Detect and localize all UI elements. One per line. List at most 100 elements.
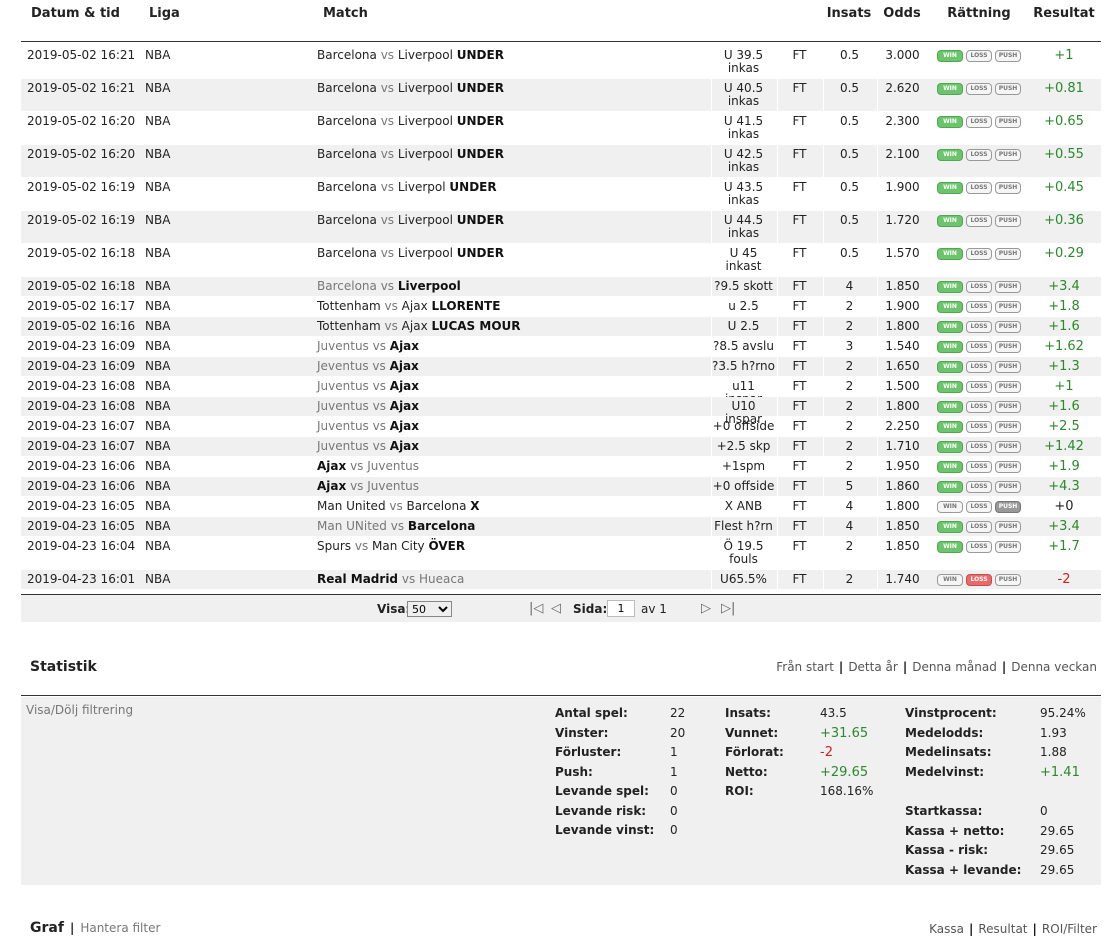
loss-button[interactable]: LOSS: [966, 574, 992, 586]
win-button[interactable]: WIN: [937, 83, 963, 95]
loss-button[interactable]: LOSS: [966, 501, 992, 513]
win-button[interactable]: WIN: [937, 421, 963, 433]
win-button[interactable]: WIN: [937, 441, 963, 453]
table-row[interactable]: 2019-04-23 16:07 NBA Juventus vs Ajax +0 of…: [21, 417, 1101, 437]
graf-link-resultat[interactable]: Resultat: [978, 922, 1027, 936]
push-button[interactable]: PUSH: [995, 341, 1021, 353]
win-button[interactable]: WIN: [937, 321, 963, 333]
push-button[interactable]: PUSH: [995, 116, 1021, 128]
win-button[interactable]: WIN: [937, 541, 963, 553]
win-button[interactable]: WIN: [937, 521, 963, 533]
table-row[interactable]: 2019-04-23 16:04 NBA Spurs vs Man City ÖVE…: [21, 537, 1101, 570]
loss-button[interactable]: LOSS: [966, 341, 992, 353]
loss-button[interactable]: LOSS: [966, 149, 992, 161]
win-button[interactable]: WIN: [937, 149, 963, 161]
win-button[interactable]: WIN: [937, 361, 963, 373]
filter-toggle-link[interactable]: Visa/Dölj filtrering: [26, 703, 133, 717]
win-button[interactable]: WIN: [937, 116, 963, 128]
loss-button[interactable]: LOSS: [966, 182, 992, 194]
table-row[interactable]: 2019-04-23 16:01 NBA Real Madrid vs Hueaca…: [21, 570, 1101, 590]
win-button[interactable]: WIN: [937, 301, 963, 313]
loss-button[interactable]: LOSS: [966, 381, 992, 393]
loss-button[interactable]: LOSS: [966, 301, 992, 313]
period-from-start[interactable]: Från start: [776, 660, 834, 674]
win-button[interactable]: WIN: [937, 341, 963, 353]
push-button[interactable]: PUSH: [995, 461, 1021, 473]
table-row[interactable]: 2019-05-02 16:20 NBA Barcelona vs Liverpoo…: [21, 145, 1101, 178]
table-row[interactable]: 2019-04-23 16:06 NBA Ajax vs Juventus +1spm…: [21, 457, 1101, 477]
win-button[interactable]: WIN: [937, 215, 963, 227]
push-button[interactable]: PUSH: [995, 215, 1021, 227]
graf-link-kassa[interactable]: Kassa: [929, 922, 964, 936]
table-row[interactable]: 2019-05-02 16:19 NBA Barcelona vs Liverpoo…: [21, 211, 1101, 244]
col-header-resultat[interactable]: Resultat: [1027, 6, 1101, 21]
table-row[interactable]: 2019-05-02 16:18 NBA Barcelona vs Liverpoo…: [21, 277, 1101, 297]
per-page-select[interactable]: 50: [407, 601, 452, 617]
push-button[interactable]: PUSH: [995, 401, 1021, 413]
push-button[interactable]: PUSH: [995, 182, 1021, 194]
table-row[interactable]: 2019-04-23 16:05 NBA Man UNited vs Barcelo…: [21, 517, 1101, 537]
last-page-icon[interactable]: ▷|: [721, 601, 735, 616]
loss-button[interactable]: LOSS: [966, 521, 992, 533]
table-row[interactable]: 2019-05-02 16:16 NBA Tottenham vs Ajax LUC…: [21, 317, 1101, 337]
table-row[interactable]: 2019-04-23 16:06 NBA Ajax vs Juventus +0 of…: [21, 477, 1101, 497]
col-header-liga[interactable]: Liga: [139, 6, 307, 21]
push-button[interactable]: PUSH: [995, 248, 1021, 260]
loss-button[interactable]: LOSS: [966, 215, 992, 227]
next-page-icon[interactable]: ▷: [701, 601, 711, 616]
push-button[interactable]: PUSH: [995, 301, 1021, 313]
table-row[interactable]: 2019-04-23 16:09 NBA Jeventus vs Ajax ?3.5 …: [21, 357, 1101, 377]
col-header-match[interactable]: Match: [311, 6, 711, 21]
win-button[interactable]: WIN: [937, 381, 963, 393]
table-row[interactable]: 2019-05-02 16:17 NBA Tottenham vs Ajax LLO…: [21, 297, 1101, 317]
win-button[interactable]: WIN: [937, 248, 963, 260]
table-row[interactable]: 2019-04-23 16:07 NBA Juventus vs Ajax +2.5 …: [21, 437, 1101, 457]
table-row[interactable]: 2019-04-23 16:08 NBA Juventus vs Ajax U10 i…: [21, 397, 1101, 426]
loss-button[interactable]: LOSS: [966, 401, 992, 413]
push-button[interactable]: PUSH: [995, 574, 1021, 586]
loss-button[interactable]: LOSS: [966, 248, 992, 260]
period-this-week[interactable]: Denna veckan: [1011, 660, 1097, 674]
loss-button[interactable]: LOSS: [966, 83, 992, 95]
push-button[interactable]: PUSH: [995, 361, 1021, 373]
table-row[interactable]: 2019-05-02 16:21 NBA Barcelona vs Liverpoo…: [21, 46, 1101, 79]
win-button[interactable]: WIN: [937, 501, 963, 513]
loss-button[interactable]: LOSS: [966, 461, 992, 473]
push-button[interactable]: PUSH: [995, 50, 1021, 62]
push-button[interactable]: PUSH: [995, 501, 1021, 513]
prev-page-icon[interactable]: ◁: [551, 601, 561, 616]
win-button[interactable]: WIN: [937, 481, 963, 493]
push-button[interactable]: PUSH: [995, 521, 1021, 533]
loss-button[interactable]: LOSS: [966, 321, 992, 333]
table-row[interactable]: 2019-05-02 16:20 NBA Barcelona vs Liverpoo…: [21, 112, 1101, 145]
page-input[interactable]: [607, 600, 635, 617]
manage-filter-link[interactable]: Hantera filter: [80, 921, 160, 935]
period-this-month[interactable]: Denna månad: [912, 660, 997, 674]
loss-button[interactable]: LOSS: [966, 481, 992, 493]
loss-button[interactable]: LOSS: [966, 50, 992, 62]
loss-button[interactable]: LOSS: [966, 361, 992, 373]
table-row[interactable]: 2019-04-23 16:05 NBA Man United vs Barcelo…: [21, 497, 1101, 517]
win-button[interactable]: WIN: [937, 401, 963, 413]
win-button[interactable]: WIN: [937, 182, 963, 194]
loss-button[interactable]: LOSS: [966, 441, 992, 453]
push-button[interactable]: PUSH: [995, 149, 1021, 161]
graf-link-roi-filter[interactable]: ROI/Filter: [1042, 922, 1097, 936]
loss-button[interactable]: LOSS: [966, 116, 992, 128]
col-header-date[interactable]: Datum & tid: [21, 6, 139, 21]
first-page-icon[interactable]: |◁: [529, 601, 543, 616]
col-header-odds[interactable]: Odds: [877, 6, 927, 21]
table-row[interactable]: 2019-05-02 16:19 NBA Barcelona vs Liverpol…: [21, 178, 1101, 211]
push-button[interactable]: PUSH: [995, 481, 1021, 493]
col-header-insats[interactable]: Insats: [823, 6, 875, 21]
push-button[interactable]: PUSH: [995, 321, 1021, 333]
table-row[interactable]: 2019-05-02 16:18 NBA Barcelona vs Liverpoo…: [21, 244, 1101, 277]
push-button[interactable]: PUSH: [995, 281, 1021, 293]
push-button[interactable]: PUSH: [995, 381, 1021, 393]
period-this-year[interactable]: Detta år: [848, 660, 898, 674]
win-button[interactable]: WIN: [937, 461, 963, 473]
loss-button[interactable]: LOSS: [966, 421, 992, 433]
win-button[interactable]: WIN: [937, 281, 963, 293]
table-row[interactable]: 2019-04-23 16:09 NBA Juventus vs Ajax ?8.5 …: [21, 337, 1101, 357]
loss-button[interactable]: LOSS: [966, 281, 992, 293]
